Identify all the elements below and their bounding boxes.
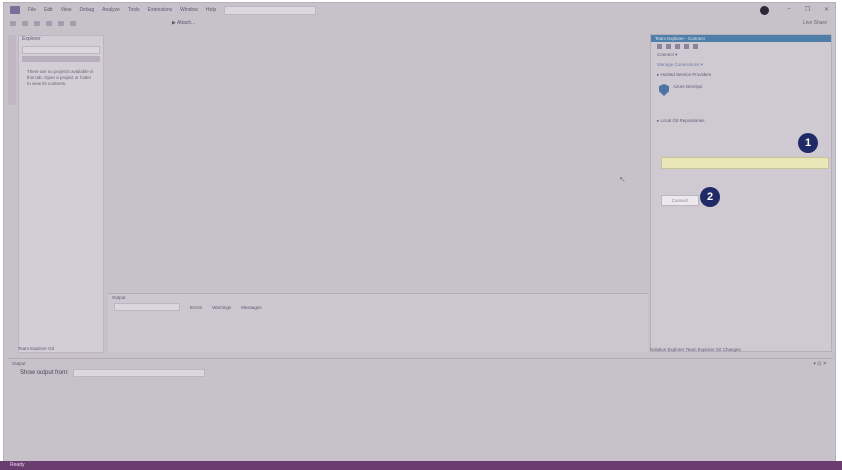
team-explorer-toolbar	[651, 42, 831, 50]
azure-devops-description	[651, 100, 831, 104]
save-icon[interactable]	[46, 20, 52, 26]
search-input[interactable]	[224, 5, 317, 15]
side-tab-strip[interactable]	[8, 35, 16, 105]
menu-help[interactable]: Help	[206, 7, 216, 13]
window-controls: – ❐ ✕	[787, 6, 829, 13]
close-icon[interactable]: ✕	[824, 6, 829, 13]
explorer-panel: Explorer There are no projects available…	[18, 35, 104, 353]
filter-messages[interactable]: Messages	[241, 305, 262, 310]
menu-file[interactable]: File	[28, 7, 36, 13]
azure-devops-icon	[659, 84, 669, 96]
show-output-row: Show output from:	[20, 369, 205, 377]
forward-icon[interactable]	[666, 43, 671, 49]
menu-view[interactable]: View	[61, 7, 72, 13]
output-window-controls[interactable]: ▾ ⊡ ✕	[813, 361, 827, 367]
menu-edit[interactable]: Edit	[44, 7, 53, 13]
undo-icon[interactable]	[58, 20, 64, 26]
app-logo-icon	[10, 6, 20, 14]
azure-devops-name: Azure DevOps	[673, 84, 703, 89]
manage-connections-link[interactable]: Manage Connections ▾	[651, 60, 831, 70]
refresh-icon[interactable]	[693, 43, 698, 49]
output-filter-input[interactable]	[114, 303, 180, 311]
hosted-providers-header[interactable]: ▸ Hosted Service Providers	[651, 70, 831, 80]
menu-window[interactable]: Window	[180, 7, 198, 13]
account-avatar[interactable]	[760, 6, 769, 15]
output-panel: Output Errors Warnings Messages	[108, 293, 648, 352]
home-icon[interactable]	[675, 43, 680, 49]
menu-tools[interactable]: Tools	[128, 7, 140, 13]
explorer-header: Explorer	[22, 36, 41, 42]
back-icon[interactable]	[657, 43, 662, 49]
mouse-cursor-icon: ↖	[619, 175, 626, 184]
explorer-selected-row[interactable]	[22, 56, 100, 62]
maximize-icon[interactable]: ❐	[805, 6, 810, 13]
callout-1-badge: 1	[798, 133, 818, 153]
highlighted-hint	[661, 157, 829, 169]
menu-analyze[interactable]: Analyze	[102, 7, 120, 13]
local-git-header[interactable]: ▸ Local Git Repositories	[651, 116, 831, 126]
attach-button[interactable]: ▶ Attach...	[172, 20, 195, 26]
team-explorer-panel: Team Explorer - Connect Connect ▾ Manage…	[650, 34, 832, 352]
output-header: Output	[112, 295, 126, 300]
forward-icon[interactable]	[22, 20, 28, 26]
minimize-icon[interactable]: –	[787, 6, 790, 13]
azure-devops-item[interactable]: Azure DevOps	[651, 80, 831, 100]
explorer-empty-message: There are no projects available in this …	[27, 69, 94, 86]
explorer-search-input[interactable]	[22, 46, 100, 54]
menu-extensions[interactable]: Extensions	[148, 7, 172, 13]
menu-debug[interactable]: Debug	[79, 7, 94, 13]
new-file-icon[interactable]	[34, 20, 40, 26]
toolbar: ▶ Attach...	[4, 17, 835, 29]
output-window-header: Output	[12, 361, 26, 366]
connect-dropdown[interactable]: Connect ▾	[651, 50, 831, 60]
back-icon[interactable]	[10, 20, 16, 26]
output-window: Output ▾ ⊡ ✕ Show output from:	[8, 358, 833, 459]
app-window: File Edit View Debug Analyze Tools Exten…	[3, 2, 836, 468]
status-text: Ready	[10, 462, 25, 468]
status-bar: Ready	[0, 461, 842, 470]
filter-warnings[interactable]: Warnings	[212, 305, 231, 310]
editor-area[interactable]	[108, 35, 648, 291]
right-bottom-tabs[interactable]: Solution Explorer Team Explorer Git Chan…	[650, 347, 741, 352]
team-explorer-title: Team Explorer - Connect	[651, 35, 831, 42]
show-output-label: Show output from:	[20, 370, 69, 376]
redo-icon[interactable]	[70, 20, 76, 26]
plug-icon[interactable]	[684, 43, 689, 49]
callout-2-badge: 2	[700, 187, 720, 207]
output-filter-bar: Errors Warnings Messages	[114, 303, 640, 311]
menu-bar: File Edit View Debug Analyze Tools Exten…	[4, 3, 835, 17]
output-source-dropdown[interactable]	[72, 369, 205, 377]
filter-errors[interactable]: Errors	[190, 305, 202, 310]
connect-button[interactable]: Connect	[661, 195, 699, 206]
left-bottom-tabs[interactable]: Team Explorer Git	[18, 346, 54, 351]
